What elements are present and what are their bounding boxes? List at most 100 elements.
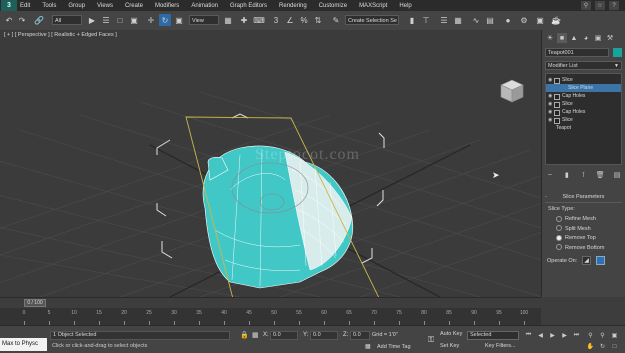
make-unique-icon[interactable]: ⊺ <box>579 170 589 180</box>
zoom-all-icon[interactable]: ⚲ <box>598 331 607 340</box>
undo-icon[interactable]: ↶ <box>3 14 15 26</box>
stack-item[interactable]: ◉ Slice <box>546 116 621 124</box>
hierarchy-tab-icon[interactable]: ▲ <box>569 33 579 43</box>
angle-snap-icon[interactable]: ∠ <box>284 14 296 26</box>
object-name-field[interactable]: Teapot001 <box>545 48 609 57</box>
snaps-toggle-icon[interactable]: 3 <box>270 14 282 26</box>
select-manipulate-icon[interactable]: ✚ <box>238 14 250 26</box>
pan-icon[interactable]: ✋ <box>586 342 595 351</box>
show-end-result-icon[interactable]: ▮ <box>562 170 572 180</box>
schematic-view-icon[interactable]: ▤ <box>484 14 496 26</box>
mirror-icon[interactable]: ▮ <box>406 14 418 26</box>
z-coordinate-field[interactable]: 0.0 <box>350 331 370 340</box>
move-icon[interactable]: ✛ <box>145 14 157 26</box>
time-slider-thumb[interactable]: 0 / 100 <box>24 299 46 307</box>
set-key-button[interactable]: Set Key <box>440 343 459 349</box>
visibility-eye-icon[interactable]: ◉ <box>548 92 552 100</box>
redo-icon[interactable]: ↷ <box>16 14 28 26</box>
menu-maxscript[interactable]: MAXScript <box>359 3 387 9</box>
object-color-swatch[interactable] <box>613 48 622 57</box>
search-icon[interactable]: ⚲ <box>581 1 591 10</box>
key-mode-dropdown[interactable]: Selected <box>467 331 519 340</box>
slice-type-radio[interactable]: Split Mesh <box>556 225 591 233</box>
go-to-start-icon[interactable]: ⏮ <box>524 331 533 340</box>
key-icon[interactable]: ⚿ <box>428 335 434 345</box>
go-to-end-icon[interactable]: ⏭ <box>572 331 581 340</box>
operate-on-faces-button[interactable]: ◢ <box>582 256 591 265</box>
maxscript-listener[interactable]: Max to Physc <box>0 338 47 351</box>
menu-create[interactable]: Create <box>125 3 143 9</box>
menu-group[interactable]: Group <box>68 3 85 9</box>
align-icon[interactable]: ⊤ <box>420 14 432 26</box>
layer-manager-icon[interactable]: ☰ <box>438 14 450 26</box>
stack-item[interactable]: ◉ Slice <box>546 100 621 108</box>
menu-modifiers[interactable]: Modifiers <box>155 3 179 9</box>
slice-type-radio[interactable]: Refine Mesh <box>556 215 596 223</box>
zoom-extents-icon[interactable]: ▣ <box>610 331 619 340</box>
curve-editor-icon[interactable]: ∿ <box>470 14 482 26</box>
render-production-icon[interactable]: ☕ <box>550 14 562 26</box>
menu-help[interactable]: Help <box>399 3 411 9</box>
zoom-icon[interactable]: ⚲ <box>586 331 595 340</box>
stack-item[interactable]: Slice Plane <box>546 84 621 92</box>
select-by-name-icon[interactable]: ☰ <box>100 14 112 26</box>
display-tab-icon[interactable]: ▣ <box>593 33 603 43</box>
graphite-tools-icon[interactable]: ▦ <box>452 14 464 26</box>
reference-coord-dropdown[interactable]: View <box>189 15 219 25</box>
stack-item[interactable]: ◉ Cap Holes <box>546 92 621 100</box>
viewport-label[interactable]: [ + ] [ Perspective ] [ Realistic + Edge… <box>4 32 117 38</box>
remove-modifier-icon[interactable]: 🗑 <box>595 170 605 180</box>
modifier-list-dropdown[interactable]: Modifier List ▼ <box>545 61 622 70</box>
selection-filter-dropdown[interactable]: All <box>52 15 82 25</box>
menu-rendering[interactable]: Rendering <box>279 3 307 9</box>
scale-icon[interactable]: ▣ <box>173 14 185 26</box>
star-icon[interactable]: ☆ <box>595 1 605 10</box>
absolute-mode-icon[interactable]: ▦ <box>252 331 259 339</box>
slice-parameters-rollout-title[interactable]: Slice Parameters <box>545 193 622 203</box>
spinner-snap-icon[interactable]: ⇅ <box>312 14 324 26</box>
render-setup-icon[interactable]: ⚙ <box>518 14 530 26</box>
menu-tools[interactable]: Tools <box>42 3 56 9</box>
material-editor-icon[interactable]: ● <box>502 14 514 26</box>
operate-on-polygons-button[interactable] <box>596 256 605 265</box>
pin-stack-icon[interactable]: ⎯ <box>545 170 555 180</box>
x-coordinate-field[interactable]: 0.0 <box>270 331 298 340</box>
play-icon[interactable]: ▶ <box>548 331 557 340</box>
named-selection-dropdown[interactable]: Create Selection Se <box>345 15 399 25</box>
visibility-eye-icon[interactable]: ◉ <box>548 116 552 124</box>
next-frame-icon[interactable]: ▶ <box>560 331 569 340</box>
menu-animation[interactable]: Animation <box>191 3 218 9</box>
window-crossing-icon[interactable]: ▣ <box>128 14 140 26</box>
auto-key-button[interactable]: Auto Key <box>440 331 466 340</box>
visibility-eye-icon[interactable]: ◉ <box>548 76 552 84</box>
visibility-eye-icon[interactable]: ◉ <box>548 108 552 116</box>
key-filters-button[interactable]: Key Filters... <box>485 343 516 349</box>
app-logo-button[interactable]: 3 <box>1 0 17 11</box>
slice-type-radio[interactable]: Remove Bottom <box>556 244 604 252</box>
menu-customize[interactable]: Customize <box>319 3 347 9</box>
visibility-eye-icon[interactable]: ◉ <box>548 100 552 108</box>
configure-modifier-sets-icon[interactable]: ▤ <box>612 170 622 180</box>
previous-frame-icon[interactable]: ◀ <box>536 331 545 340</box>
lock-icon[interactable]: 🔒 <box>240 331 249 339</box>
motion-tab-icon[interactable]: ◕ <box>581 33 591 43</box>
stack-item[interactable]: ◉ Slice <box>546 76 621 84</box>
stack-item[interactable]: ◉ Cap Holes <box>546 108 621 116</box>
percent-snap-icon[interactable]: % <box>298 14 310 26</box>
viewcube-icon[interactable] <box>498 77 526 105</box>
maximize-viewport-icon[interactable]: □ <box>610 342 619 351</box>
orbit-icon[interactable]: ↻ <box>598 342 607 351</box>
select-object-icon[interactable]: ▶ <box>86 14 98 26</box>
time-tag-icon[interactable]: ▦ <box>365 343 371 350</box>
perspective-viewport[interactable]: [ + ] [ Perspective ] [ Realistic + Edge… <box>0 30 541 297</box>
create-tab-icon[interactable]: ☀ <box>545 33 555 43</box>
pivot-center-icon[interactable]: ▦ <box>222 14 234 26</box>
help-icon[interactable]: ? <box>609 1 619 10</box>
utilities-tab-icon[interactable]: ⚒ <box>605 33 615 43</box>
menu-graph-editors[interactable]: Graph Editors <box>230 3 267 9</box>
keyboard-shortcut-icon[interactable]: ⌨ <box>253 14 265 26</box>
stack-item[interactable]: Teapot <box>546 124 621 132</box>
add-time-tag-button[interactable]: Add Time Tag <box>377 344 411 350</box>
link-icon[interactable]: 🔗 <box>33 14 45 26</box>
track-bar[interactable]: 0 5 10 15 20 25 30 35 40 45 50 55 60 65 70 75 80 85 90 95 10… <box>0 308 541 325</box>
